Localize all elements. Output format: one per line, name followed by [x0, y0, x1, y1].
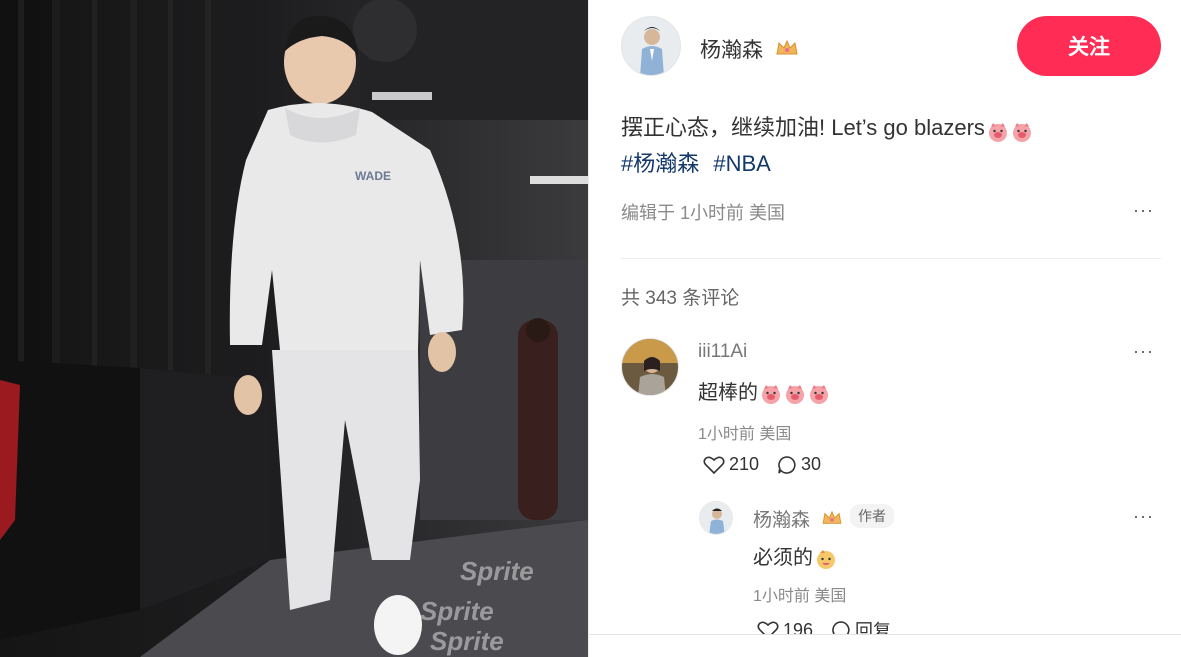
comment-more-button[interactable]: ···: [1133, 341, 1154, 362]
like-button[interactable]: 210: [703, 454, 759, 475]
follow-button[interactable]: 关注: [1017, 16, 1161, 76]
comment-username[interactable]: iii11Ai: [698, 341, 747, 363]
svg-text:Sprite: Sprite: [420, 596, 494, 626]
crown-icon: [775, 39, 799, 63]
pig-face-icon: [1011, 118, 1033, 143]
comment-text: 超棒的: [698, 376, 830, 405]
comment-text-content: 超棒的: [698, 382, 758, 404]
reply-text-content: 必须的: [753, 547, 813, 569]
reply-username-text: 杨瀚森: [753, 510, 811, 531]
svg-text:Sprite: Sprite: [460, 556, 534, 586]
comment-count: 共 343 条评论: [621, 288, 740, 309]
author-badge: 作者: [850, 504, 894, 528]
post-more-button[interactable]: ···: [1133, 200, 1154, 221]
pig-face-icon: [987, 118, 1009, 143]
heart-icon: [703, 456, 725, 474]
author-header: 杨瀚森 关注: [621, 16, 1161, 76]
comment-meta: 1小时前 美国: [698, 426, 792, 443]
post-tags: #杨瀚森 #NBA: [621, 146, 779, 182]
svg-text:Sprite: Sprite: [430, 626, 504, 656]
like-count: 210: [729, 454, 760, 474]
post-meta: 编辑于 1小时前 美国: [621, 203, 786, 223]
crown-icon: [821, 510, 843, 532]
reply-avatar[interactable]: [699, 501, 733, 535]
post-text: 摆正心态，继续加油! Let’s go blazers: [621, 115, 985, 140]
reply-count-button[interactable]: 30: [777, 454, 821, 475]
reply-count: 30: [801, 454, 822, 474]
post-content: 摆正心态，继续加油! Let’s go blazers: [621, 110, 1161, 146]
reply-text: 必须的: [753, 541, 837, 570]
comment-actions: 210 30: [703, 454, 839, 475]
svg-text:WADE: WADE: [355, 169, 391, 183]
basketball-player-photo: Sprite Sprite Sprite WADE: [0, 0, 588, 657]
post-photo[interactable]: Sprite Sprite Sprite WADE: [0, 0, 588, 657]
reply-meta: 1小时前 美国: [753, 588, 847, 605]
hashtag-link[interactable]: #NBA: [713, 151, 770, 176]
divider: [621, 258, 1161, 259]
author-name-text: 杨瀚森: [700, 39, 763, 62]
reply-more-button[interactable]: ···: [1133, 506, 1154, 527]
bottom-input-bar[interactable]: [589, 634, 1181, 657]
pig-face-icon: [784, 383, 806, 405]
reply-username[interactable]: 杨瀚森: [753, 505, 843, 532]
pig-face-icon: [760, 383, 782, 405]
comment-bubble-icon: [778, 455, 796, 474]
pig-face-icon: [808, 383, 830, 405]
cheer-face-icon: [815, 548, 837, 570]
hashtag-link[interactable]: #杨瀚森: [621, 151, 699, 176]
author-avatar[interactable]: [621, 16, 681, 76]
author-name[interactable]: 杨瀚森: [700, 34, 799, 64]
post-detail-panel: 杨瀚森 关注 摆正心态，继续加油! Let’s go blazers #杨瀚森 …: [588, 0, 1181, 657]
comment-avatar[interactable]: [621, 338, 679, 396]
